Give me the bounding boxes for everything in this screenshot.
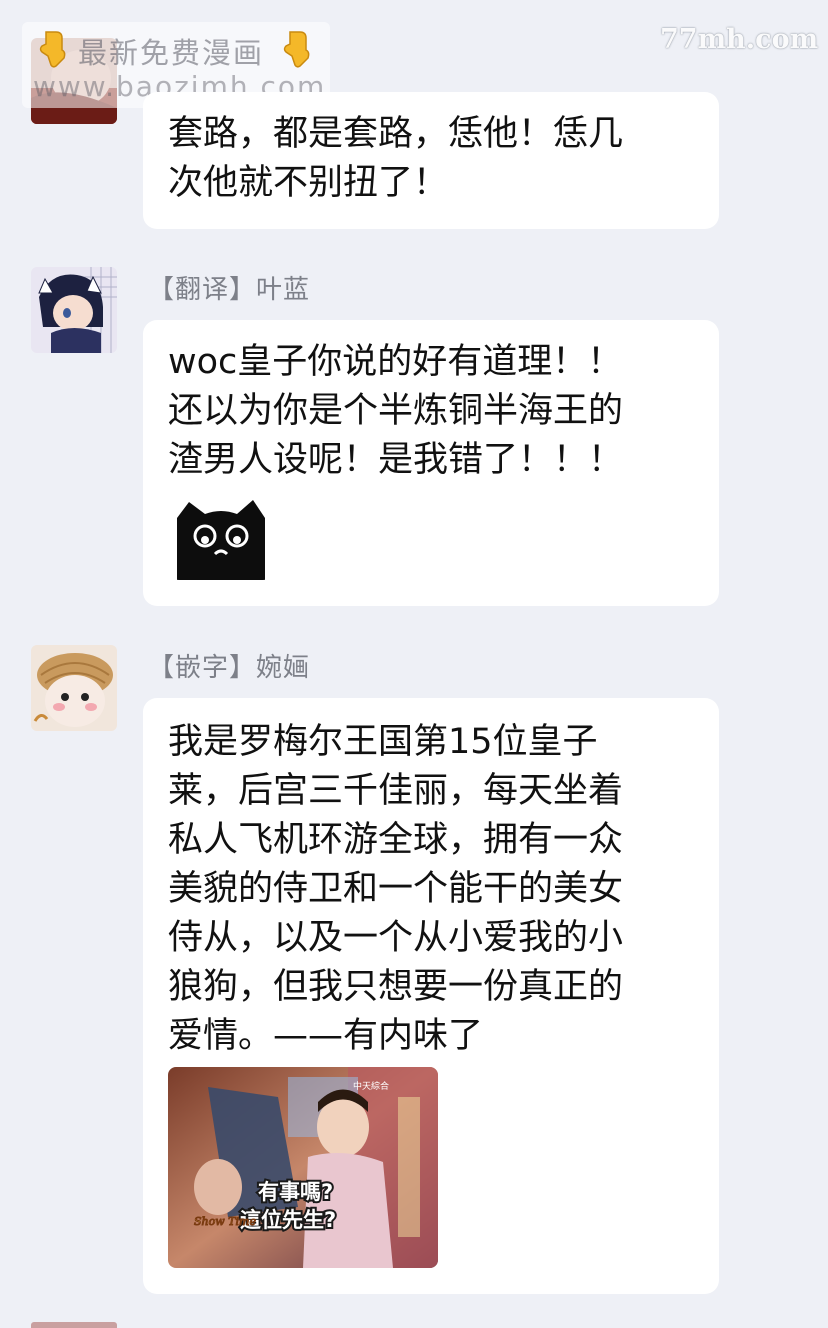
- message-text-1: 套路，都是套路，恁他！恁几 次他就不别扭了！: [168, 114, 624, 203]
- message-bubble-3[interactable]: 我是罗梅尔王国第15位皇子 莱，后宫三千佳丽，每天坐着 私人飞机环游全球，拥有一…: [143, 698, 719, 1294]
- black-cat-sticker[interactable]: [171, 488, 271, 580]
- pointing-down-hand-icon: [39, 31, 66, 68]
- show-logo: Show Time: [194, 1215, 256, 1228]
- next-avatar-partial: [31, 1322, 117, 1328]
- banner-title: 最新免费漫画: [78, 36, 265, 70]
- pointing-down-hand-icon: [283, 31, 310, 68]
- message-text-2: woc皇子你说的好有道理！！ 还以为你是个半炼铜半海王的 渣男人设呢！是我错了！…: [168, 342, 624, 480]
- meme-image[interactable]: 中天綜合 有事嗎? 這位先生? Show Time: [168, 1067, 438, 1268]
- message-bubble-2[interactable]: woc皇子你说的好有道理！！ 还以为你是个半炼铜半海王的 渣男人设呢！是我错了！…: [143, 320, 719, 606]
- sender-name-translator: 【翻译】叶蓝: [148, 275, 311, 305]
- site-watermark: 77mh.com: [660, 24, 819, 55]
- message-bubble-1[interactable]: 套路，都是套路，恁他！恁几 次他就不别扭了！: [143, 92, 719, 229]
- message-text-3: 我是罗梅尔王国第15位皇子 莱，后宫三千佳丽，每天坐着 私人飞机环游全球，拥有一…: [168, 722, 624, 1056]
- chat-screen: 最新免费漫画 www.baozimh.com 77mh.com 套路，都是套路，…: [0, 0, 828, 1328]
- sender-name-typesetter: 【嵌字】婉婳: [148, 653, 311, 683]
- avatar-typesetter[interactable]: [31, 645, 117, 731]
- svg-text:中天綜合: 中天綜合: [353, 1080, 389, 1092]
- avatar-translator[interactable]: [31, 267, 117, 353]
- meme-caption-1: 有事嗎?: [258, 1180, 333, 1204]
